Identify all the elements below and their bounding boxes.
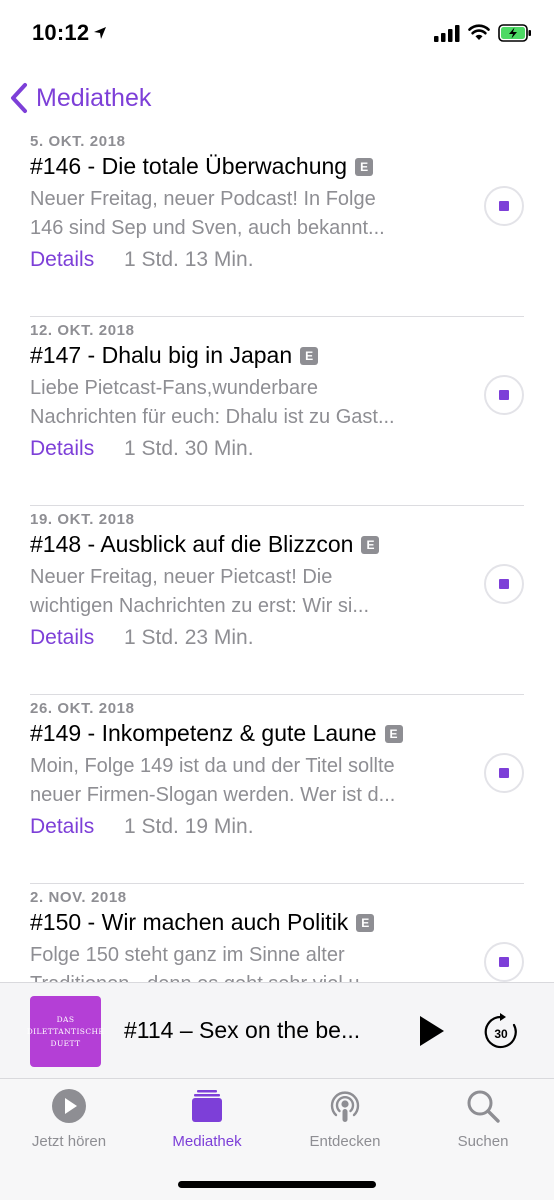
- artwork-text-line: DAS: [56, 1014, 75, 1024]
- tab-label: Mediathek: [172, 1133, 242, 1150]
- episode-description-line: Traditionen - denn es geht sehr viel u..…: [30, 970, 450, 982]
- episode-date: 26. OKT. 2018: [30, 700, 135, 717]
- explicit-badge: E: [361, 535, 380, 554]
- tab-label: Entdecken: [309, 1133, 381, 1150]
- episode-description: Folge 150 steht ganz im Sinne alter Trad…: [30, 941, 450, 982]
- episode-title-line: #146 - Die totale Überwachung E: [30, 153, 374, 180]
- location-arrow-icon: [94, 27, 106, 39]
- episode-row[interactable]: 12. OKT. 2018 #147 - Dhalu big in Japan …: [0, 317, 554, 506]
- details-link[interactable]: Details: [30, 248, 94, 272]
- chevron-left-icon: [11, 83, 27, 113]
- episode-title-line: #150 - Wir machen auch Politik E: [30, 909, 375, 936]
- explicit-badge: E: [355, 157, 374, 176]
- episode-date: 12. OKT. 2018: [30, 322, 135, 339]
- tab-suchen[interactable]: Suchen: [414, 1087, 552, 1157]
- artwork-text-line: DILETTANTISCHE: [26, 1026, 105, 1036]
- now-playing-title[interactable]: #114 – Sex on the be...: [124, 1017, 394, 1044]
- navigation-bar: Mediathek: [0, 66, 554, 128]
- skip-seconds-label: 30: [494, 1027, 508, 1041]
- battery-charging-icon: [498, 24, 531, 42]
- episode-row[interactable]: 26. OKT. 2018 #149 - Inkompetenz & gute …: [0, 695, 554, 884]
- search-icon: [467, 1090, 500, 1123]
- tab-label: Jetzt hören: [31, 1133, 107, 1150]
- episode-date: 5. OKT. 2018: [30, 133, 126, 150]
- episode-date: 2. NOV. 2018: [30, 889, 127, 906]
- stop-download-button[interactable]: [484, 375, 524, 415]
- episode-duration: 1 Std. 23 Min.: [124, 626, 254, 649]
- play-icon[interactable]: [414, 1013, 448, 1049]
- episode-description: Liebe Pietcast-Fans,wunderbare Nachricht…: [30, 374, 450, 432]
- cellular-signal-icon: [434, 25, 460, 42]
- episode-description-line: Liebe Pietcast-Fans,wunderbare: [30, 377, 318, 399]
- tab-jetzt-hoeren[interactable]: Jetzt hören: [0, 1087, 138, 1157]
- play-circle-icon: [52, 1089, 86, 1123]
- status-bar: 10:12: [0, 0, 554, 66]
- episode-title: #149 - Inkompetenz & gute Laune: [30, 720, 377, 746]
- home-indicator[interactable]: [178, 1181, 376, 1188]
- tab-entdecken[interactable]: Entdecken: [276, 1087, 414, 1157]
- episode-row[interactable]: 19. OKT. 2018 #148 - Ausblick auf die Bl…: [0, 506, 554, 695]
- episode-title: #146 - Die totale Überwachung: [30, 153, 348, 179]
- episode-date: 19. OKT. 2018: [30, 511, 135, 528]
- explicit-badge: E: [384, 724, 403, 743]
- explicit-badge: E: [356, 913, 375, 932]
- explicit-badge: E: [300, 346, 319, 365]
- back-button-label: Mediathek: [36, 83, 152, 112]
- stop-download-button[interactable]: [484, 186, 524, 226]
- details-link[interactable]: Details: [30, 626, 94, 650]
- status-time: 10:12: [32, 20, 90, 45]
- episode-description: Moin, Folge 149 ist da und der Titel sol…: [30, 752, 450, 810]
- stop-icon: [499, 390, 509, 400]
- episode-description-line: Moin, Folge 149 ist da und der Titel sol…: [30, 755, 395, 777]
- stop-download-button[interactable]: [484, 942, 524, 982]
- episode-duration: 1 Std. 30 Min.: [124, 437, 254, 460]
- episode-row[interactable]: 5. OKT. 2018 #146 - Die totale Überwachu…: [0, 128, 554, 317]
- back-button[interactable]: Mediathek: [8, 76, 151, 120]
- episode-description-line: Nachrichten für euch: Dhalu ist zu Gast.…: [30, 406, 395, 428]
- episode-description-line: neuer Firmen-Slogan werden. Wer ist d...: [30, 784, 396, 806]
- tab-mediathek[interactable]: Mediathek: [138, 1087, 276, 1157]
- stop-icon: [499, 579, 509, 589]
- episode-title: #148 - Ausblick auf die Blizzcon: [30, 531, 354, 557]
- details-link[interactable]: Details: [30, 815, 94, 839]
- stop-download-button[interactable]: [484, 564, 524, 604]
- episode-description-line: Neuer Freitag, neuer Podcast! In Folge: [30, 188, 376, 210]
- episode-title-line: #149 - Inkompetenz & gute Laune E: [30, 720, 403, 747]
- podcast-screen: 10:12 Mediathek 5. OKT. 2018 #146 - Die …: [0, 0, 554, 1200]
- episode-row[interactable]: 2. NOV. 2018 #150 - Wir machen auch Poli…: [0, 884, 554, 982]
- mini-player[interactable]: DAS DILETTANTISCHE DUETT #114 – Sex on t…: [0, 982, 554, 1078]
- wifi-icon: [468, 24, 490, 40]
- episode-duration: 1 Std. 19 Min.: [124, 815, 254, 838]
- episode-description: Neuer Freitag, neuer Podcast! In Folge 1…: [30, 185, 450, 243]
- episode-description-line: 146 sind Sep und Sven, auch bekannt...: [30, 217, 385, 239]
- stop-icon: [499, 957, 509, 967]
- podcast-icon: [330, 1091, 360, 1122]
- stop-download-button[interactable]: [484, 753, 524, 793]
- details-link[interactable]: Details: [30, 437, 94, 461]
- tab-label: Suchen: [457, 1133, 509, 1150]
- episode-description-line: Folge 150 steht ganz im Sinne alter: [30, 944, 345, 966]
- podcast-artwork: DAS DILETTANTISCHE DUETT: [27, 996, 104, 1067]
- library-icon: [192, 1090, 222, 1122]
- episode-description-line: Neuer Freitag, neuer Pietcast! Die: [30, 566, 333, 588]
- episode-title: #147 - Dhalu big in Japan: [30, 342, 293, 368]
- episode-title-line: #148 - Ausblick auf die Blizzcon E: [30, 531, 380, 558]
- stop-icon: [499, 768, 509, 778]
- stop-icon: [499, 201, 509, 211]
- episode-duration: 1 Std. 13 Min.: [124, 248, 254, 271]
- episode-list[interactable]: 5. OKT. 2018 #146 - Die totale Überwachu…: [0, 128, 554, 982]
- skip-forward-30-icon[interactable]: 30: [483, 1012, 519, 1050]
- artwork-text-line: DUETT: [50, 1038, 81, 1048]
- episode-title-line: #147 - Dhalu big in Japan E: [30, 342, 319, 369]
- episode-description-line: wichtigen Nachrichten zu erst: Wir si...: [30, 595, 369, 617]
- episode-description: Neuer Freitag, neuer Pietcast! Die wicht…: [30, 563, 450, 621]
- episode-title: #150 - Wir machen auch Politik: [30, 909, 349, 935]
